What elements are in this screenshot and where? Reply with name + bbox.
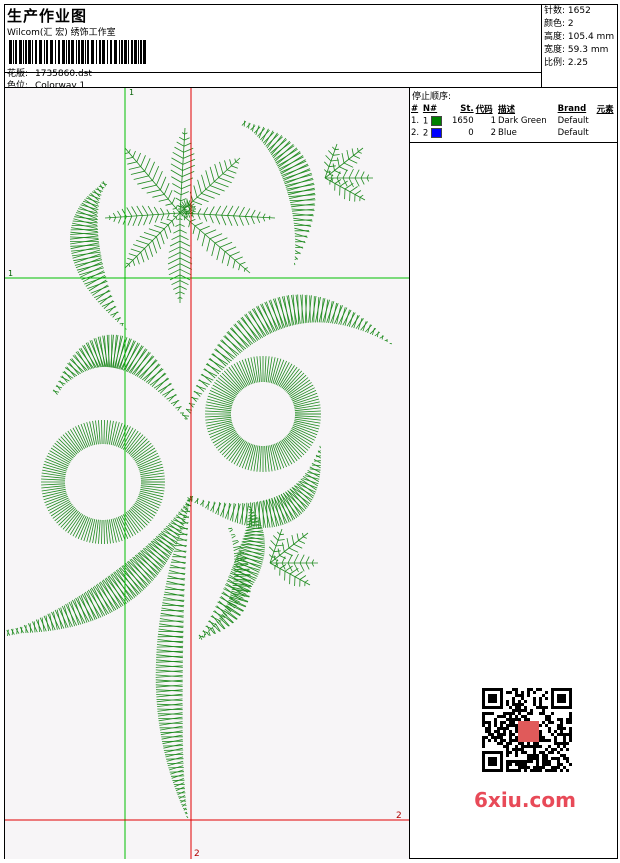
header-info: 生产作业图 Wilcom(汇 宏) 绣饰工作室 花版:1735860.dst 色… (5, 5, 541, 87)
document-title: 生产作业图 (7, 5, 87, 26)
col-n: N# (422, 103, 447, 115)
barcode (9, 40, 147, 64)
stop-sequence-title: 停止顺序: (410, 88, 618, 103)
qr-code (470, 682, 582, 778)
stop-sequence-panel: 停止顺序: # N# St. 代码 描述 Brand 元素 1. 1 1650 … (409, 88, 618, 143)
col-stitches: St. (447, 103, 475, 115)
col-desc: 描述 (497, 103, 557, 115)
stat-stitches: 针数: 1652 (542, 5, 618, 18)
design-canvas: 1 1 2 2 (5, 88, 409, 859)
col-code: 代码 (475, 103, 497, 115)
header-divider (5, 72, 541, 73)
stats-box: 针数: 1652 颜色: 2 高度: 105.4 mm 宽度: 59.3 mm … (541, 5, 618, 87)
col-brand: Brand (557, 103, 596, 115)
col-num: # (410, 103, 422, 115)
color-swatch (431, 128, 442, 138)
color-swatch (431, 116, 442, 126)
guide-marker-left: 1 (8, 269, 13, 278)
stat-scale: 比例: 2.25 (542, 57, 618, 70)
stat-width: 宽度: 59.3 mm (542, 44, 618, 57)
stat-height: 高度: 105.4 mm (542, 31, 618, 44)
guide-marker-bottom-right: 2 (396, 811, 402, 821)
guide-marker-bottom: 2 (194, 849, 200, 859)
guide-marker-top: 1 (129, 88, 134, 97)
stat-colors: 颜色: 2 (542, 18, 618, 31)
company-name: Wilcom(汇 宏) 绣饰工作室 (7, 25, 116, 38)
table-row: 1. 1 1650 1 Dark Green Default (410, 115, 618, 127)
stop-sequence-table: # N# St. 代码 描述 Brand 元素 1. 1 1650 1 Dark… (410, 103, 618, 139)
embroidery-preview: 1 1 2 2 (5, 88, 409, 859)
watermark-text: 6xiu.com (474, 788, 576, 812)
col-element: 元素 (596, 103, 618, 115)
design-divider (409, 88, 410, 859)
qr-center-stamp (518, 721, 539, 742)
table-row: 2. 2 0 2 Blue Default (410, 127, 618, 139)
